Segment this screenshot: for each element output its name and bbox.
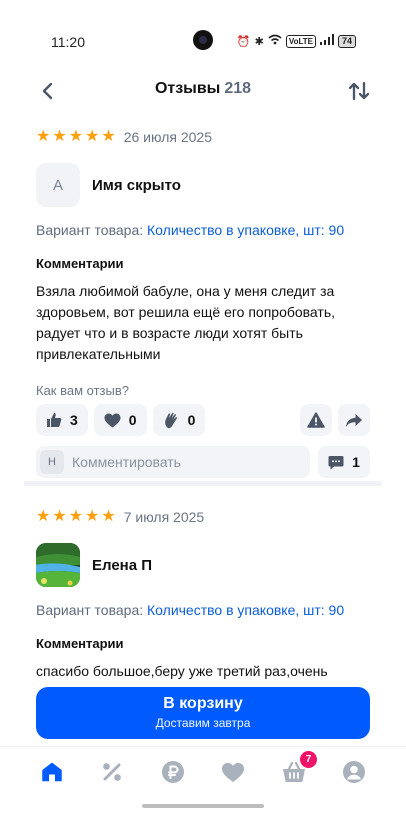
review-date: 26 июля 2025 — [123, 129, 212, 145]
star-icon: ★ — [85, 128, 100, 145]
bottom-nav: 7 — [0, 746, 406, 798]
cart-button-label: В корзину — [163, 695, 243, 712]
avatar: А — [36, 163, 80, 207]
status-icons: ⏰ ✱ VoLTE 74 — [237, 34, 356, 48]
author-row: Елена П — [36, 543, 370, 587]
sort-button[interactable] — [346, 78, 372, 104]
variant-value[interactable]: Количество в упаковке, шт: 90 — [147, 602, 344, 618]
bluetooth-icon: ✱ — [254, 35, 264, 48]
hearts-count: 0 — [128, 412, 137, 428]
nav-home[interactable] — [39, 759, 65, 785]
rating-stars: ★ ★ ★ ★ ★ — [36, 129, 116, 145]
comment-placeholder: Комментировать — [72, 454, 181, 470]
review-date: 7 июля 2025 — [123, 509, 205, 525]
status-time: 11:20 — [51, 34, 85, 50]
clap-button[interactable]: 0 — [152, 404, 206, 436]
nav-cart[interactable]: 7 — [281, 751, 317, 785]
star-icon: ★ — [52, 508, 67, 525]
nav-finance[interactable] — [160, 759, 186, 785]
review-card: ★ ★ ★ ★ ★ 26 июля 2025 А Имя скрыто Вари… — [36, 127, 370, 478]
battery-level: 74 — [337, 34, 356, 48]
nav-profile[interactable] — [341, 759, 367, 785]
reviews-count: 218 — [224, 80, 252, 97]
star-icon: ★ — [101, 508, 116, 525]
page-title-text: Отзывы — [154, 80, 221, 97]
star-icon: ★ — [36, 128, 51, 145]
cart-count-badge: 7 — [300, 751, 317, 768]
heart-icon — [104, 413, 121, 427]
home-indicator[interactable] — [142, 804, 264, 808]
likes-count: 3 — [70, 412, 78, 428]
wifi-icon — [268, 34, 282, 48]
review-card: ★ ★ ★ ★ ★ 7 июля 2025 Елена П Вариант то… — [36, 507, 370, 682]
comment-input[interactable]: Н Комментировать — [36, 446, 310, 478]
reviews-header: Отзывы 218 — [0, 72, 406, 110]
user-avatar: Н — [40, 450, 64, 474]
comment-section-title: Комментарии — [36, 256, 124, 271]
comment-section-title: Комментарии — [36, 636, 124, 651]
profile-icon — [343, 761, 365, 783]
home-icon — [42, 762, 62, 782]
rating-stars: ★ ★ ★ ★ ★ — [36, 509, 116, 525]
comment-row: Н Комментировать 1 — [36, 446, 370, 478]
rating-row: ★ ★ ★ ★ ★ 26 июля 2025 — [36, 127, 370, 147]
heart-button[interactable]: 0 — [93, 404, 147, 436]
comments-button[interactable]: 1 — [318, 446, 370, 478]
signal-icon — [319, 34, 334, 48]
review-divider — [24, 481, 382, 486]
share-arrow-icon — [346, 413, 362, 427]
like-button[interactable]: 3 — [36, 404, 88, 436]
star-icon: ★ — [36, 508, 51, 525]
star-icon: ★ — [68, 128, 84, 145]
star-icon: ★ — [85, 508, 100, 525]
status-bar: 11:20 ⏰ ✱ VoLTE 74 — [0, 0, 406, 70]
thumbs-up-icon — [47, 413, 62, 427]
volte-label: VoLTE — [285, 34, 316, 48]
percent-icon — [103, 763, 121, 781]
nav-discounts[interactable] — [99, 759, 125, 785]
heart-icon — [222, 762, 244, 782]
alarm-icon: ⏰ — [236, 35, 251, 48]
product-variant: Вариант товара: Количество в упаковке, ш… — [36, 222, 370, 238]
variant-value[interactable]: Количество в упаковке, шт: 90 — [147, 222, 344, 238]
share-button[interactable] — [338, 404, 370, 436]
sort-arrows-icon — [348, 81, 370, 101]
comment-bubble-icon — [328, 455, 344, 469]
rating-row: ★ ★ ★ ★ ★ 7 июля 2025 — [36, 507, 370, 527]
avatar — [36, 543, 80, 587]
ruble-icon — [162, 761, 184, 783]
star-icon: ★ — [68, 508, 84, 525]
warning-icon — [307, 412, 325, 428]
author-row: А Имя скрыто — [36, 163, 370, 207]
variant-label: Вариант товара: — [36, 602, 144, 618]
add-to-cart-button[interactable]: В корзину Доставим завтра — [36, 687, 370, 739]
report-button[interactable] — [300, 404, 332, 436]
delivery-info: Доставим завтра — [155, 716, 251, 730]
author-name: Елена П — [92, 556, 153, 574]
avatar-photo — [36, 543, 80, 587]
star-icon: ★ — [101, 128, 116, 145]
reactions-row: 3 0 0 — [36, 404, 370, 436]
star-icon: ★ — [52, 128, 67, 145]
review-text: Взяла любимой бабуле, она у меня следит … — [36, 283, 336, 362]
author-name: Имя скрыто — [92, 176, 181, 194]
product-variant: Вариант товара: Количество в упаковке, ш… — [36, 602, 370, 618]
review-text: спасибо большое,беру уже третий раз,очен… — [36, 663, 328, 679]
front-camera — [193, 30, 213, 50]
comments-count: 1 — [352, 454, 360, 470]
feedback-question: Как вам отзыв? — [36, 383, 129, 398]
clap-icon — [164, 412, 177, 428]
cart-bar: В корзину Доставим завтра — [0, 680, 406, 746]
nav-favorites[interactable] — [220, 759, 246, 785]
claps-count: 0 — [187, 412, 196, 428]
variant-label: Вариант товара: — [36, 222, 144, 238]
